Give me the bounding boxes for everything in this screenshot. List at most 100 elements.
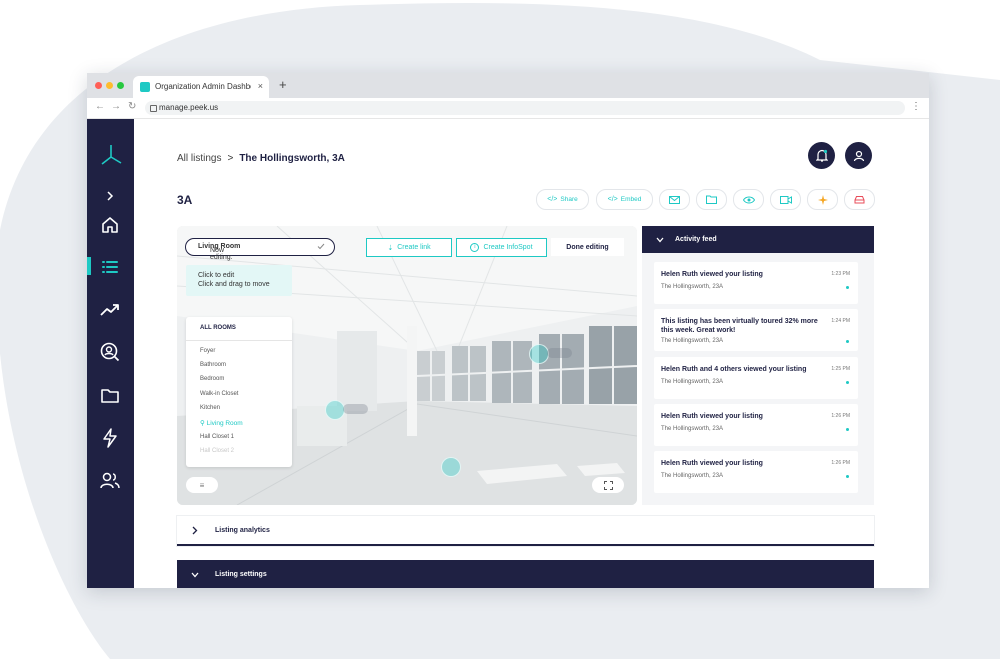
profile-button[interactable] [845, 142, 872, 169]
listing-settings-section[interactable]: Listing settings [177, 560, 874, 588]
browser-window: Organization Admin Dashbo × + ← → ↻ mana… [87, 73, 929, 588]
folder-button[interactable] [696, 189, 727, 210]
lock-icon [150, 105, 157, 112]
hamburger-icon: ≡ [199, 480, 205, 490]
tab-title: Organization Admin Dashbo [155, 82, 251, 91]
room-item[interactable]: Foyer [200, 348, 215, 354]
folder-icon [706, 195, 717, 204]
activity-card[interactable]: Helen Ruth viewed your listing The Holli… [654, 451, 858, 493]
room-item[interactable]: Hall Closet 1 [200, 434, 234, 440]
listing-settings-label: Listing settings [215, 571, 267, 578]
sidebar-item-search-users[interactable] [99, 341, 121, 363]
active-room-label: Living Room [206, 420, 243, 427]
browser-menu-icon[interactable]: ⋮ [911, 101, 921, 112]
room-item[interactable]: Bathroom [200, 362, 226, 368]
activity-feed-header[interactable]: Activity feed [642, 226, 874, 253]
activity-card[interactable]: Helen Ruth and 4 others viewed your list… [654, 357, 858, 399]
sidebar-item-users[interactable] [99, 470, 121, 492]
activity-time: 1:23 PM [831, 271, 850, 277]
email-button[interactable] [659, 189, 690, 210]
hotspot-marker[interactable] [529, 344, 549, 364]
unread-dot [846, 286, 849, 289]
list-icon [102, 261, 118, 273]
chevron-right-icon [192, 526, 198, 535]
sidebar-item-home[interactable] [99, 214, 121, 236]
room-item[interactable]: Hall Closet 2 [200, 448, 234, 454]
listing-analytics-section[interactable]: Listing analytics [177, 516, 874, 546]
unread-dot [846, 475, 849, 478]
maximize-window-dot[interactable] [117, 82, 124, 89]
back-icon[interactable]: ← [95, 101, 105, 112]
embed-button[interactable]: </> Embed [596, 189, 653, 210]
activity-subtext: The Hollingsworth, 23A [661, 338, 724, 344]
sidebar-item-activity[interactable] [99, 427, 121, 449]
create-link-button[interactable]: ⇣ Create link [366, 238, 452, 257]
hotspot-marker[interactable] [325, 400, 345, 420]
activity-card[interactable]: Helen Ruth viewed your listing The Holli… [654, 404, 858, 446]
activity-time: 1:26 PM [831, 413, 850, 419]
activity-feed-panel: Activity feed Helen Ruth viewed your lis… [642, 226, 874, 505]
sparkle-icon [817, 194, 828, 205]
notifications-button[interactable] [808, 142, 835, 169]
favicon-icon [140, 82, 150, 92]
preview-button[interactable] [733, 189, 764, 210]
video-button[interactable] [770, 189, 801, 210]
unread-dot [846, 428, 849, 431]
home-icon [102, 217, 118, 233]
hotspot-label [343, 404, 369, 414]
url-text: manage.peek.us [159, 103, 219, 112]
done-editing-button[interactable]: Done editing [551, 238, 624, 256]
activity-subtext: The Hollingsworth, 23A [661, 284, 724, 290]
trending-up-icon [100, 304, 119, 316]
sidebar-active-indicator [87, 257, 91, 275]
room-item[interactable]: Bedroom [200, 376, 224, 382]
tooltip-line-1: Click to edit [198, 272, 235, 279]
sidebar-item-files[interactable] [99, 384, 121, 406]
hotspot-marker[interactable] [441, 457, 461, 477]
sidebar-item-listings[interactable] [99, 256, 121, 278]
mail-icon [669, 195, 680, 204]
bell-icon [815, 149, 828, 162]
car-button[interactable] [844, 189, 875, 210]
activity-text: Helen Ruth and 4 others viewed your list… [661, 366, 807, 373]
activity-text: Helen Ruth viewed your listing [661, 271, 763, 278]
reload-icon[interactable]: ↻ [128, 101, 136, 112]
activity-card[interactable]: This listing has been virtually toured 3… [654, 309, 858, 351]
fullscreen-button[interactable] [592, 477, 624, 493]
room-item[interactable]: Kitchen [200, 405, 220, 411]
create-link-label: Create link [397, 244, 431, 251]
menu-button[interactable]: ≡ [186, 477, 218, 493]
breadcrumb: All listings > The Hollingsworth, 3A [177, 153, 345, 164]
room-item-active[interactable]: ⚲ Living Room [200, 419, 243, 427]
highlight-button[interactable] [807, 189, 838, 210]
sidebar-expand-icon[interactable] [99, 185, 121, 207]
activity-feed-title: Activity feed [675, 236, 717, 243]
logo-icon[interactable] [99, 143, 123, 169]
share-button[interactable]: </> Share [536, 189, 589, 210]
minimize-window-dot[interactable] [106, 82, 113, 89]
divider [186, 340, 292, 341]
browser-tab[interactable]: Organization Admin Dashbo × [133, 76, 269, 98]
room-item[interactable]: Walk-in Closet [200, 391, 238, 397]
page-title: 3A [177, 193, 193, 207]
breadcrumb-root-link[interactable]: All listings [177, 153, 221, 164]
sidebar-item-analytics[interactable] [99, 299, 121, 321]
new-tab-button[interactable]: + [279, 78, 287, 91]
close-window-dot[interactable] [95, 82, 102, 89]
unread-dot [846, 381, 849, 384]
virtual-tour-viewer[interactable]: Now editing: Living Room ⇣ Create link iC… [177, 226, 637, 505]
activity-text: Helen Ruth viewed your listing [661, 413, 763, 420]
lightning-icon [103, 428, 117, 448]
activity-subtext: The Hollingsworth, 23A [661, 473, 724, 479]
create-infospot-button[interactable]: i Create InfoSpot [456, 238, 547, 257]
create-infospot-label: Create InfoSpot [483, 244, 533, 251]
forward-icon[interactable]: → [111, 101, 121, 112]
activity-card[interactable]: Helen Ruth viewed your listing The Holli… [654, 262, 858, 304]
now-editing-pill[interactable]: Now editing: Living Room [185, 238, 335, 261]
url-field[interactable]: manage.peek.us [145, 101, 905, 115]
hotspot-label [547, 348, 573, 358]
folder-icon [101, 389, 119, 403]
breadcrumb-current: The Hollingsworth, 3A [239, 153, 345, 164]
tab-close-icon[interactable]: × [258, 81, 263, 91]
now-editing-prefix: Now editing: [210, 247, 233, 261]
